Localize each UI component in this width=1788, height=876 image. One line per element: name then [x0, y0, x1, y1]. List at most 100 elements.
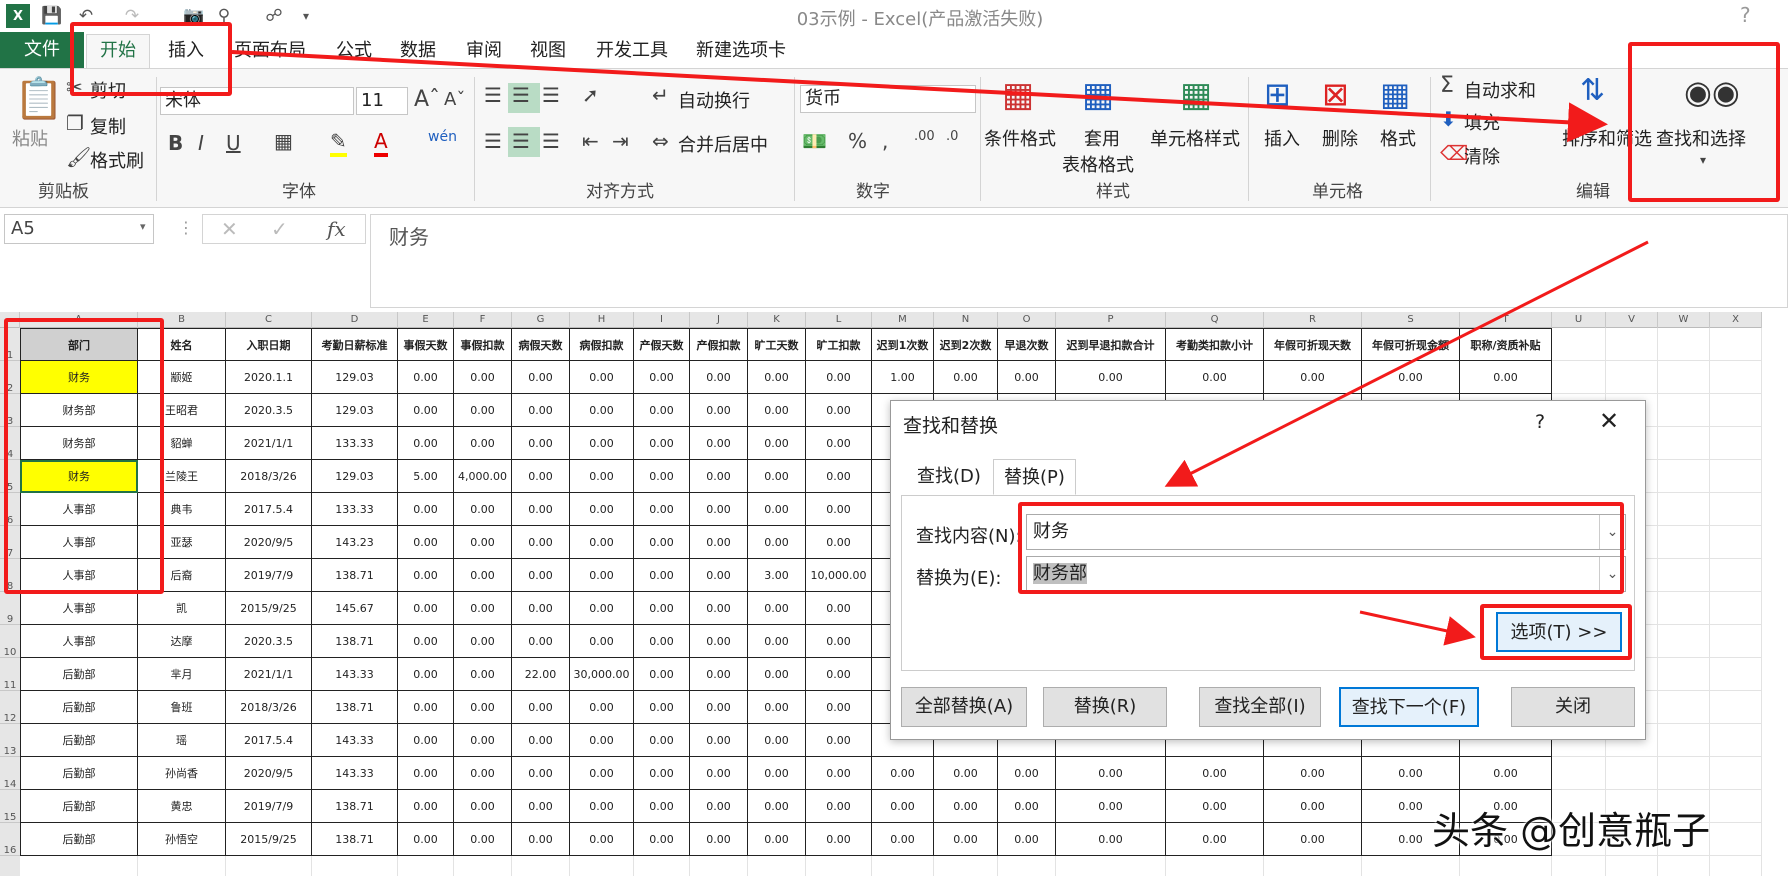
data-cell[interactable]: 10,000.00: [806, 559, 872, 592]
empty-cell[interactable]: [1264, 856, 1362, 876]
data-cell[interactable]: 0.00: [690, 724, 748, 757]
data-cell[interactable]: 0.00: [690, 361, 748, 394]
data-cell[interactable]: 129.03: [312, 361, 398, 394]
chevron-down-icon[interactable]: ⌄: [1599, 515, 1625, 549]
column-header[interactable]: U: [1552, 312, 1606, 328]
data-cell[interactable]: 0.00: [748, 691, 806, 724]
data-cell[interactable]: 0.00: [454, 823, 512, 856]
empty-cell[interactable]: [1658, 658, 1710, 691]
data-cell[interactable]: 0.00: [570, 691, 634, 724]
fill-button[interactable]: 填充: [1464, 109, 1500, 135]
data-cell[interactable]: 0.00: [748, 427, 806, 460]
currency-icon[interactable]: 💵: [802, 129, 827, 153]
department-cell[interactable]: 财务部: [20, 427, 138, 460]
data-cell[interactable]: 0.00: [634, 790, 690, 823]
data-cell[interactable]: 0.00: [1264, 823, 1362, 856]
empty-cell[interactable]: [1552, 328, 1606, 361]
empty-cell[interactable]: [1710, 394, 1762, 427]
data-cell[interactable]: 0.00: [512, 790, 570, 823]
data-cell[interactable]: 凯: [138, 592, 226, 625]
column-header[interactable]: V: [1606, 312, 1658, 328]
data-cell[interactable]: 2020.1.1: [226, 361, 312, 394]
data-cell[interactable]: 0.00: [1056, 757, 1166, 790]
help-button[interactable]: ?: [1740, 3, 1751, 27]
data-cell[interactable]: 0.00: [806, 823, 872, 856]
empty-cell[interactable]: [20, 856, 138, 876]
data-cell[interactable]: 0.00: [748, 493, 806, 526]
empty-cell[interactable]: [1710, 493, 1762, 526]
data-cell[interactable]: 芈月: [138, 658, 226, 691]
data-cell[interactable]: 0.00: [398, 592, 454, 625]
data-cell[interactable]: 2018/3/26: [226, 460, 312, 493]
column-header[interactable]: P: [1056, 312, 1166, 328]
data-cell[interactable]: 0.00: [512, 361, 570, 394]
data-cell[interactable]: 2021/1/1: [226, 658, 312, 691]
row-header[interactable]: 6: [0, 493, 20, 526]
data-cell[interactable]: 0.00: [806, 658, 872, 691]
undo-icon[interactable]: ↶: [74, 4, 98, 28]
phonetic-icon[interactable]: wén: [428, 129, 457, 145]
empty-cell[interactable]: [806, 856, 872, 876]
data-cell[interactable]: 0.00: [806, 526, 872, 559]
empty-cell[interactable]: [1710, 856, 1762, 876]
row-header[interactable]: 10: [0, 625, 20, 658]
department-cell[interactable]: 财务: [20, 460, 138, 493]
empty-cell[interactable]: [1710, 724, 1762, 757]
data-cell[interactable]: 0.00: [634, 691, 690, 724]
data-cell[interactable]: 0.00: [454, 559, 512, 592]
data-cell[interactable]: 黄忠: [138, 790, 226, 823]
data-cell[interactable]: 0.00: [806, 625, 872, 658]
column-header[interactable]: F: [454, 312, 512, 328]
empty-cell[interactable]: [1658, 328, 1710, 361]
column-header[interactable]: L: [806, 312, 872, 328]
customize-qat-icon[interactable]: ▾: [294, 4, 318, 28]
data-cell[interactable]: 0.00: [872, 757, 934, 790]
data-cell[interactable]: 0.00: [748, 658, 806, 691]
tab-formulas[interactable]: 公式: [336, 36, 372, 66]
data-cell[interactable]: 2015/9/25: [226, 592, 312, 625]
data-cell[interactable]: 0.00: [690, 526, 748, 559]
dialog-help-button[interactable]: ?: [1535, 411, 1545, 433]
empty-cell[interactable]: [512, 856, 570, 876]
data-cell[interactable]: 0.00: [454, 724, 512, 757]
data-cell[interactable]: 0.00: [748, 592, 806, 625]
empty-cell[interactable]: [1658, 394, 1710, 427]
row-header[interactable]: 8: [0, 559, 20, 592]
column-header[interactable]: A: [20, 312, 138, 328]
empty-cell[interactable]: [1710, 526, 1762, 559]
data-cell[interactable]: 143.23: [312, 526, 398, 559]
data-cell[interactable]: 2020.3.5: [226, 394, 312, 427]
data-cell[interactable]: 0.00: [634, 592, 690, 625]
data-cell[interactable]: 0.00: [570, 790, 634, 823]
data-cell[interactable]: 0.00: [454, 592, 512, 625]
column-title-cell[interactable]: 考勤日薪标准: [312, 328, 398, 361]
data-cell[interactable]: 0.00: [512, 493, 570, 526]
data-cell[interactable]: 0.00: [1264, 790, 1362, 823]
data-cell[interactable]: 2019/7/9: [226, 790, 312, 823]
data-cell[interactable]: 0.00: [748, 823, 806, 856]
empty-cell[interactable]: [872, 856, 934, 876]
data-cell[interactable]: 0.00: [690, 394, 748, 427]
department-cell[interactable]: 人事部: [20, 493, 138, 526]
tab-new[interactable]: 新建选项卡: [696, 36, 786, 66]
data-cell[interactable]: 0.00: [570, 460, 634, 493]
data-cell[interactable]: 0.00: [512, 625, 570, 658]
middle-align-icon[interactable]: ☰: [512, 83, 530, 107]
cancel-icon[interactable]: ✕: [221, 217, 238, 241]
row-header[interactable]: 4: [0, 427, 20, 460]
data-cell[interactable]: 0.00: [512, 691, 570, 724]
empty-cell[interactable]: [748, 856, 806, 876]
column-header[interactable]: X: [1710, 312, 1762, 328]
row-header[interactable]: 15: [0, 790, 20, 823]
column-title-cell[interactable]: 早退次数: [998, 328, 1056, 361]
data-cell[interactable]: 30,000.00: [570, 658, 634, 691]
replace-button[interactable]: 替换(R): [1043, 687, 1167, 727]
data-cell[interactable]: 0.00: [398, 724, 454, 757]
empty-cell[interactable]: [1658, 427, 1710, 460]
delete-cells-button[interactable]: 删除: [1322, 125, 1358, 151]
data-cell[interactable]: 0.00: [398, 625, 454, 658]
font-color-icon[interactable]: A: [374, 129, 388, 157]
italic-icon[interactable]: I: [198, 131, 204, 155]
fill-color-icon[interactable]: ✎: [330, 129, 347, 157]
column-title-cell[interactable]: 部门: [20, 328, 138, 361]
